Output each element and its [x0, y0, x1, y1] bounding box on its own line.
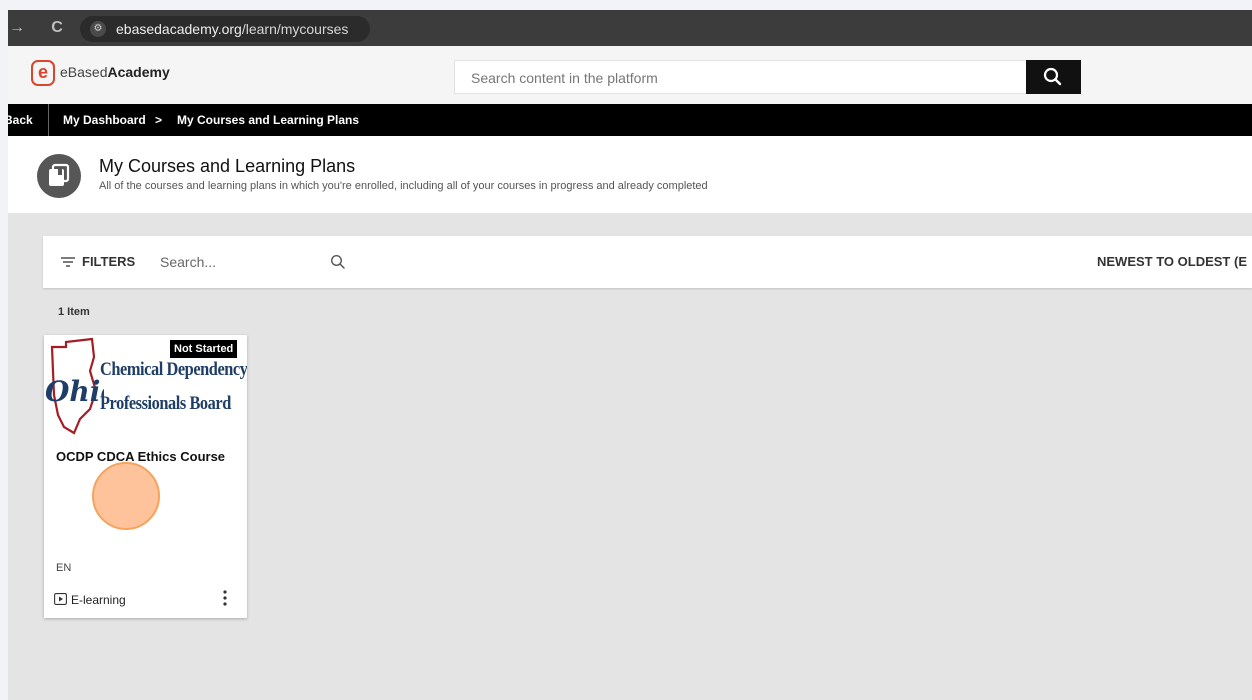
browser-address-bar: → C ⚙ ebasedacademy.org/learn/mycourses	[8, 10, 1252, 46]
course-language: EN	[56, 562, 72, 574]
ohio-logo-icon: Ohio	[45, 337, 104, 435]
filters-label: FILTERS	[82, 254, 136, 269]
breadcrumb-separator: >	[155, 113, 163, 127]
url-host: ebasedacademy.org	[116, 21, 242, 37]
forward-icon[interactable]: →	[8, 10, 28, 46]
status-badge: Not Started	[170, 340, 238, 358]
sort-dropdown[interactable]: NEWEST TO OLDEST (E	[1097, 236, 1247, 288]
platform-search-button[interactable]	[1026, 60, 1081, 94]
thumbnail-line-2: Professionals Board	[100, 393, 231, 414]
page-header: My Courses and Learning Plans All of the…	[8, 136, 1252, 213]
back-link[interactable]: Back	[8, 104, 33, 136]
app-frame: → C ⚙ ebasedacademy.org/learn/mycourses …	[8, 10, 1252, 700]
logo-icon[interactable]: e	[31, 60, 55, 86]
course-card[interactable]: Ohio Chemical Dependency Professionals B…	[44, 335, 247, 618]
more-vertical-icon	[223, 590, 227, 606]
logo-prefix: eBased	[60, 64, 108, 80]
course-thumbnail[interactable]: Ohio Chemical Dependency Professionals B…	[44, 335, 247, 443]
course-type-label: E-learning	[71, 593, 126, 607]
svg-text:Ohio: Ohio	[45, 375, 104, 408]
breadcrumb-dashboard[interactable]: My Dashboard	[63, 104, 146, 136]
search-icon[interactable]	[330, 254, 346, 270]
thumbnail-line-1: Chemical Dependency	[100, 359, 247, 380]
logo-bold: Academy	[107, 64, 170, 80]
courses-stack-icon	[37, 154, 81, 198]
site-info-icon[interactable]: ⚙	[90, 21, 106, 37]
more-options-button[interactable]	[214, 585, 236, 611]
breadcrumb-current: My Courses and Learning Plans	[177, 113, 360, 127]
search-icon	[1043, 67, 1062, 86]
url-path: /learn/mycourses	[241, 21, 349, 37]
filter-lines-icon	[61, 257, 75, 267]
click-marker	[92, 462, 160, 530]
page-title: My Courses and Learning Plans	[99, 156, 356, 176]
url-text: ebasedacademy.org/learn/mycourses	[116, 16, 348, 42]
platform-search-placeholder: Search content in the platform	[471, 70, 658, 86]
reload-icon[interactable]: C	[46, 10, 68, 46]
filter-bar: FILTERS NEWEST TO OLDEST (E	[43, 236, 1252, 288]
site-header: e eBasedAcademy Search content in the pl…	[8, 46, 1252, 104]
platform-search-input[interactable]: Search content in the platform	[454, 60, 1026, 94]
item-count: 1 Item	[58, 306, 90, 318]
logo-text[interactable]: eBasedAcademy	[60, 64, 170, 80]
page-description: All of the courses and learning plans in…	[99, 180, 708, 192]
course-title[interactable]: OCDP CDCA Ethics Course	[56, 449, 225, 464]
breadcrumb-divider	[48, 104, 49, 136]
breadcrumb: Back My Dashboard > My Courses and Learn…	[8, 104, 1252, 136]
url-field[interactable]: ⚙ ebasedacademy.org/learn/mycourses	[80, 16, 370, 42]
video-play-icon	[54, 593, 67, 605]
